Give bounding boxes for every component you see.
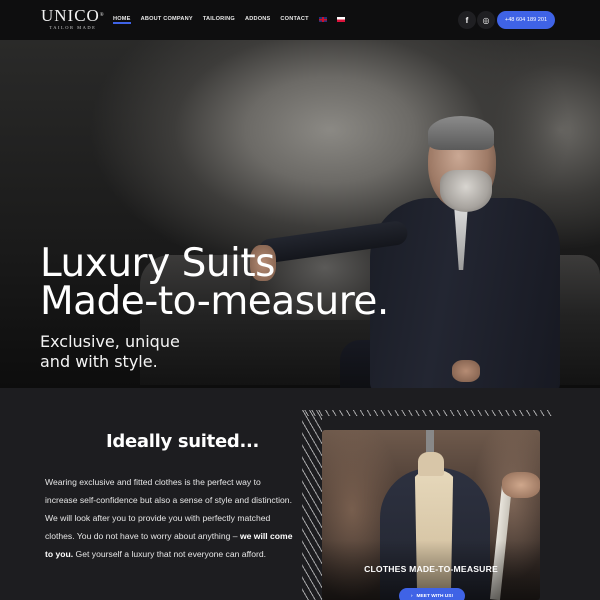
nav-addons[interactable]: ADDONS [245, 16, 270, 22]
section-title: Ideally suited... [106, 431, 260, 452]
button-label: MEET WITH US! [416, 593, 454, 599]
uk-flag-icon[interactable] [318, 16, 327, 22]
chevron-right-icon: › [410, 593, 413, 599]
nav-contact[interactable]: CONTACT [280, 16, 308, 22]
decorative-stripes-left [302, 410, 322, 600]
logo-wordmark: UNICO® [41, 6, 105, 25]
made-to-measure-card[interactable]: CLOTHES MADE-TO-MEASURE › MEET WITH US! [322, 430, 540, 600]
decorative-stripes-top [302, 410, 554, 416]
facebook-icon: f [465, 15, 469, 25]
site-header: UNICO® TAILOR MADE HOME ABOUT COMPANY TA… [0, 0, 600, 40]
phone-button[interactable]: +48 604 189 201 [497, 11, 555, 29]
facebook-button[interactable]: f [458, 11, 476, 29]
main-nav: HOME ABOUT COMPANY TAILORING ADDONS CONT… [113, 16, 345, 24]
section-text: Wearing exclusive and fitted clothes is … [45, 477, 293, 559]
poland-flag-icon[interactable] [336, 16, 345, 22]
hero-subtitle: Exclusive, unique and with style. [40, 332, 180, 371]
nav-about-company[interactable]: ABOUT COMPANY [141, 16, 193, 22]
instagram-icon: ◎ [482, 15, 490, 25]
nav-home[interactable]: HOME [113, 16, 131, 24]
hero-banner: Luxury Suits Made-to-measure. Exclusive,… [0, 40, 600, 388]
nav-tailoring[interactable]: TAILORING [203, 16, 235, 22]
card-title: CLOTHES MADE-TO-MEASURE [364, 564, 498, 574]
hero-title: Luxury Suits Made-to-measure. [40, 241, 389, 324]
logo-tagline: TAILOR MADE [49, 25, 97, 30]
meet-with-us-button[interactable]: › MEET WITH US! [399, 588, 465, 600]
logo[interactable]: UNICO® TAILOR MADE [41, 6, 105, 30]
instagram-button[interactable]: ◎ [477, 11, 495, 29]
